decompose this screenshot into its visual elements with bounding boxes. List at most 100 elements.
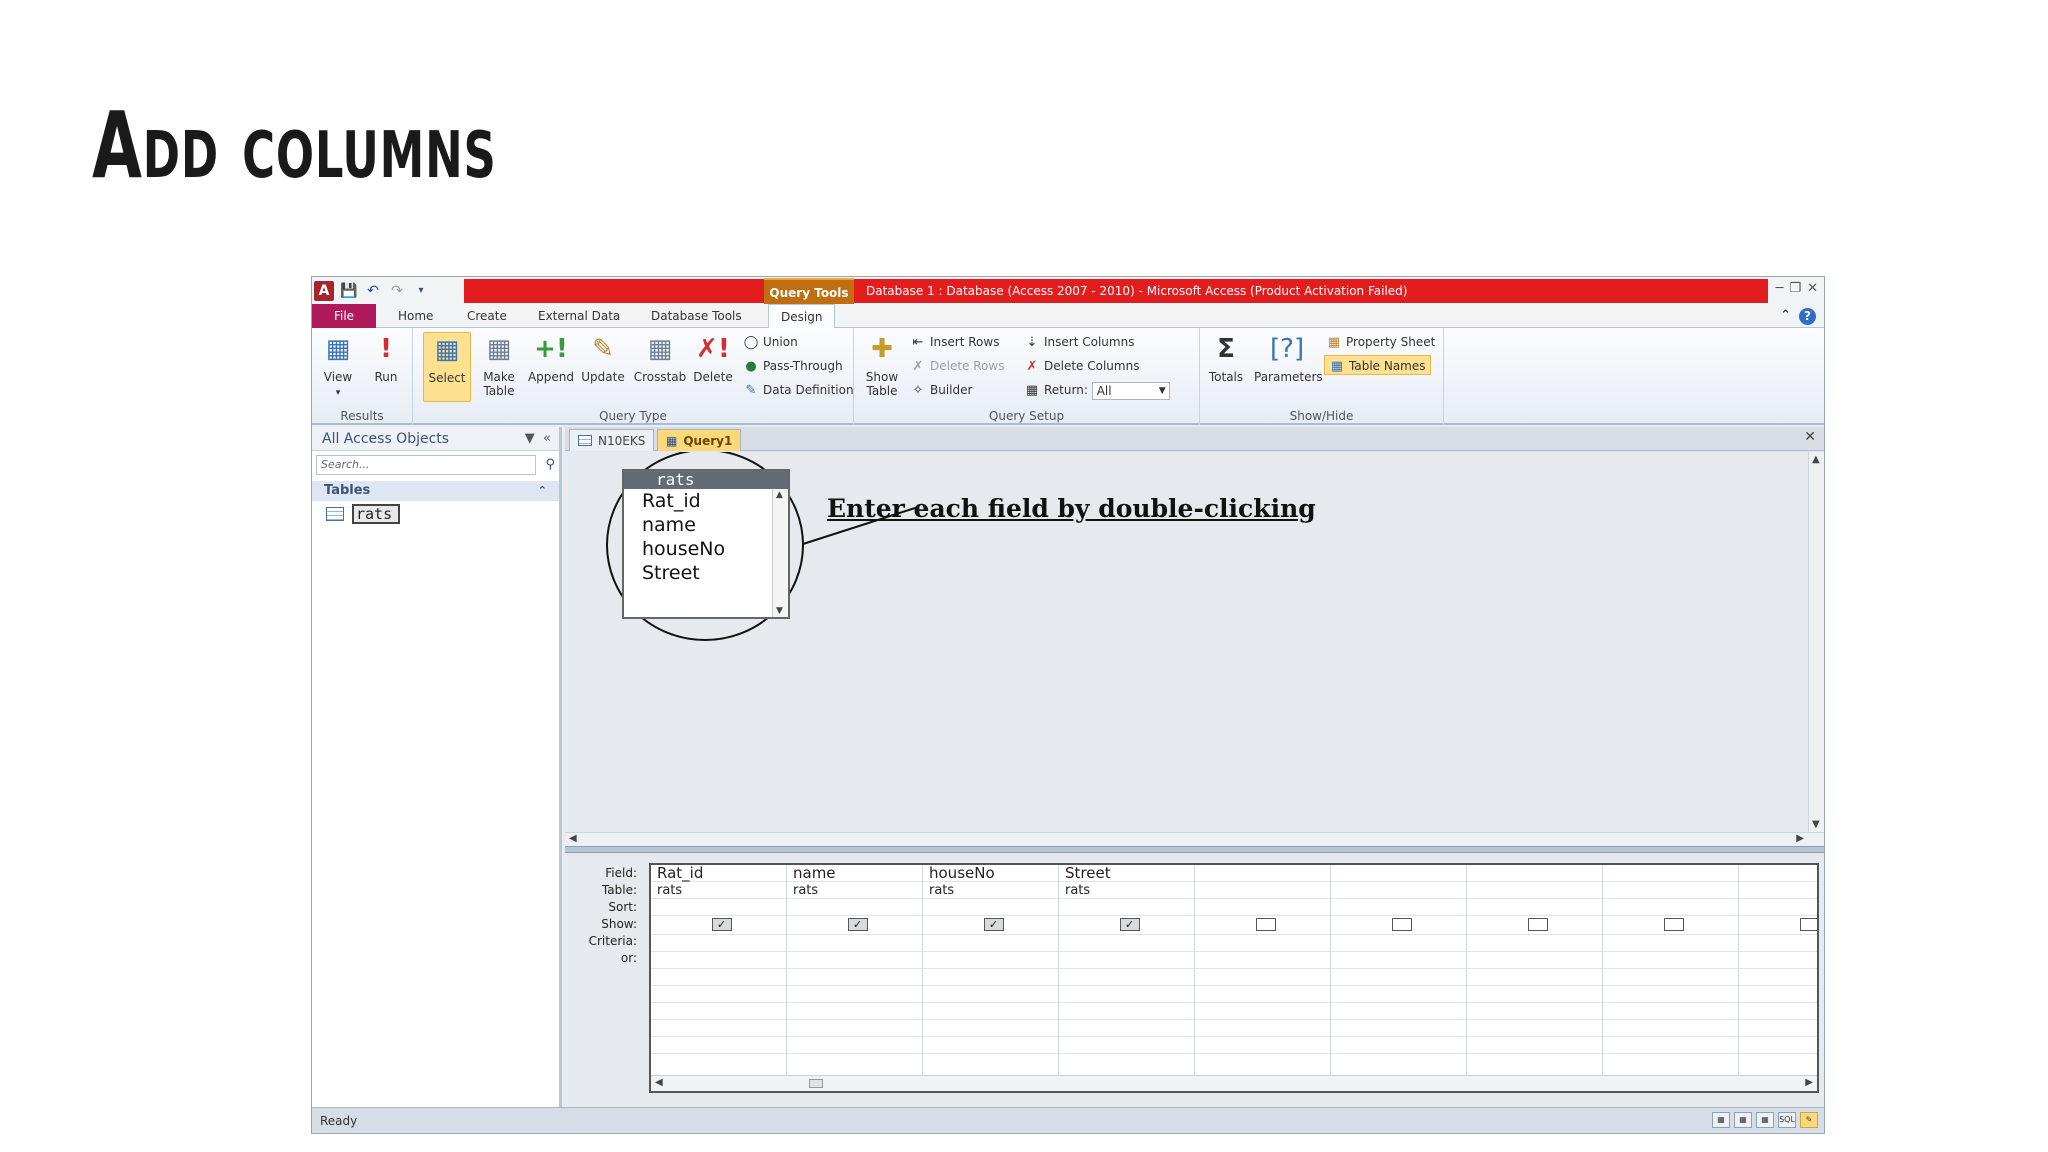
grid-cell-show[interactable]: [1195, 918, 1330, 935]
scroll-right-arrow-icon[interactable]: ▶: [1796, 833, 1804, 844]
grid-cell-empty[interactable]: [787, 1020, 922, 1037]
grid-cell-empty[interactable]: [1331, 969, 1466, 986]
tab-external-data[interactable]: External Data: [538, 304, 620, 328]
grid-cell-sort[interactable]: [923, 899, 1058, 916]
grid-cell-empty[interactable]: [1739, 1003, 1817, 1020]
grid-cell-table[interactable]: [1467, 882, 1602, 899]
grid-cell-empty[interactable]: [923, 986, 1058, 1003]
grid-cell-or[interactable]: [1331, 952, 1466, 969]
grid-cell-empty[interactable]: [1331, 1003, 1466, 1020]
builder-button[interactable]: ✧ Builder: [910, 380, 973, 400]
grid-cell-empty[interactable]: [787, 969, 922, 986]
grid-cell-empty[interactable]: [1331, 1020, 1466, 1037]
grid-cell-empty[interactable]: [1739, 986, 1817, 1003]
grid-cell-empty[interactable]: [1467, 1037, 1602, 1054]
grid-cell-sort[interactable]: [1467, 899, 1602, 916]
grid-cell-empty[interactable]: [923, 1003, 1058, 1020]
table-pane-horizontal-scrollbar[interactable]: ◀ ▶: [565, 832, 1824, 846]
grid-cell-field[interactable]: [1331, 865, 1466, 882]
make-table-button[interactable]: ▦ Make Table: [475, 332, 523, 398]
tab-create[interactable]: Create: [467, 304, 507, 328]
grid-cell-sort[interactable]: [787, 899, 922, 916]
grid-cell-field[interactable]: [1603, 865, 1738, 882]
grid-cell-show[interactable]: ✓: [787, 918, 922, 935]
table-names-button[interactable]: ▦ Table Names: [1324, 355, 1431, 375]
show-checkbox[interactable]: [1663, 918, 1684, 931]
field-list-scrollbar[interactable]: ▲ ▼: [772, 489, 788, 617]
grid-cell-show[interactable]: [1331, 918, 1466, 935]
grid-cell-empty[interactable]: [1603, 1020, 1738, 1037]
grid-cell-sort[interactable]: [1195, 899, 1330, 916]
customize-qat-icon[interactable]: ▾: [412, 282, 430, 300]
grid-cell-field[interactable]: name: [787, 865, 922, 882]
show-checkbox[interactable]: ✓: [1119, 918, 1140, 931]
restore-icon[interactable]: ❐: [1789, 281, 1801, 296]
grid-cell-field[interactable]: [1739, 865, 1817, 882]
grid-cell-show[interactable]: [1467, 918, 1602, 935]
grid-cell-show[interactable]: [1603, 918, 1738, 935]
nav-item-rats[interactable]: rats: [312, 503, 559, 525]
scroll-down-arrow-icon[interactable]: ▼: [1812, 819, 1820, 830]
grid-cell-empty[interactable]: [1059, 1003, 1194, 1020]
insert-columns-button[interactable]: ⇣ Insert Columns: [1024, 332, 1135, 352]
pass-through-button[interactable]: ● Pass-Through: [743, 356, 842, 376]
show-checkbox[interactable]: [1391, 918, 1412, 931]
grid-cell-empty[interactable]: [1467, 1020, 1602, 1037]
grid-cell-or[interactable]: [1059, 952, 1194, 969]
grid-cell-table[interactable]: rats: [651, 882, 786, 899]
delete-columns-button[interactable]: ✗ Delete Columns: [1024, 356, 1140, 376]
grid-cell-empty[interactable]: [1331, 1037, 1466, 1054]
scroll-left-arrow-icon[interactable]: ◀: [569, 833, 577, 844]
grid-cell-empty[interactable]: [1059, 986, 1194, 1003]
grid-cell-sort[interactable]: [1603, 899, 1738, 916]
grid-cell-table[interactable]: [1195, 882, 1330, 899]
grid-cell-or[interactable]: [923, 952, 1058, 969]
grid-cell-field[interactable]: [1467, 865, 1602, 882]
grid-cell-empty[interactable]: [1059, 1037, 1194, 1054]
scroll-up-arrow-icon[interactable]: ▲: [1812, 454, 1820, 465]
grid-cell-criteria[interactable]: [1195, 935, 1330, 952]
show-checkbox[interactable]: ✓: [983, 918, 1004, 931]
grid-cell-field[interactable]: [1195, 865, 1330, 882]
grid-cell-criteria[interactable]: [1603, 935, 1738, 952]
append-button[interactable]: +! Append: [527, 332, 575, 384]
grid-cell-table[interactable]: rats: [1059, 882, 1194, 899]
grid-cell-empty[interactable]: [1467, 986, 1602, 1003]
grid-cell-criteria[interactable]: [787, 935, 922, 952]
totals-button[interactable]: Σ Totals: [1202, 332, 1250, 384]
grid-cell-empty[interactable]: [1059, 1020, 1194, 1037]
doc-tab-n10eks[interactable]: N10EKS: [569, 429, 655, 451]
parameters-button[interactable]: [?] Parameters: [1254, 332, 1323, 384]
grid-cell-criteria[interactable]: [923, 935, 1058, 952]
field-list-title[interactable]: rats: [624, 471, 788, 489]
grid-cell-empty[interactable]: [1467, 969, 1602, 986]
grid-cell-empty[interactable]: [1195, 1003, 1330, 1020]
run-button[interactable]: ! Run: [362, 332, 410, 384]
grid-cell-sort[interactable]: [1739, 899, 1817, 916]
grid-cell-empty[interactable]: [787, 986, 922, 1003]
grid-cell-empty[interactable]: [1195, 1037, 1330, 1054]
grid-cell-empty[interactable]: [1603, 986, 1738, 1003]
minimize-ribbon-icon[interactable]: ⌃: [1780, 308, 1791, 325]
grid-cell-show[interactable]: ✓: [1059, 918, 1194, 935]
design-view-icon[interactable]: ✎: [1800, 1112, 1818, 1128]
field-list-item[interactable]: Rat_id: [624, 489, 788, 513]
scroll-down-arrow-icon[interactable]: ▼: [776, 606, 783, 616]
grid-cell-table[interactable]: rats: [923, 882, 1058, 899]
show-checkbox[interactable]: ✓: [711, 918, 732, 931]
grid-cell-empty[interactable]: [651, 986, 786, 1003]
grid-cell-table[interactable]: rats: [787, 882, 922, 899]
table-pane-vertical-scrollbar[interactable]: ▲ ▼: [1808, 452, 1824, 846]
grid-cell-empty[interactable]: [1195, 1020, 1330, 1037]
update-button[interactable]: ✎ Update: [579, 332, 627, 384]
grid-cell-criteria[interactable]: [1739, 935, 1817, 952]
show-checkbox[interactable]: ✓: [847, 918, 868, 931]
pivot-table-view-icon[interactable]: ▦: [1734, 1112, 1752, 1128]
crosstab-button[interactable]: ▦ Crosstab: [633, 332, 687, 384]
show-checkbox[interactable]: [1255, 918, 1276, 931]
search-icon[interactable]: ⚲: [545, 456, 555, 474]
view-button[interactable]: ▦ View ▾: [314, 332, 362, 400]
property-sheet-button[interactable]: ▦ Property Sheet: [1326, 332, 1435, 352]
grid-cell-empty[interactable]: [1739, 969, 1817, 986]
grid-cell-field[interactable]: Street: [1059, 865, 1194, 882]
